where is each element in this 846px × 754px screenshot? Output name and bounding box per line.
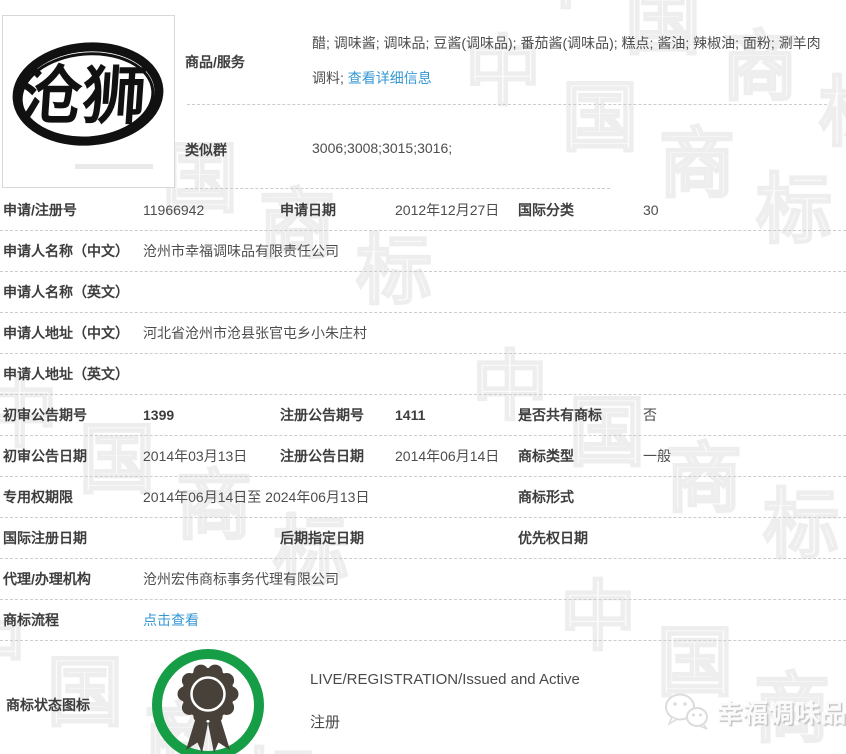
divider [185, 188, 610, 189]
preliminary-gazette-date-label: 初审公告日期 [3, 448, 87, 464]
table-row-applicant-address-en: 申请人地址（英文） [0, 354, 846, 395]
status-text-cn: 注册 [310, 714, 341, 731]
similar-group-value: 3006;3008;3015;3016; [312, 140, 453, 156]
registration-gazette-date-value: 2014年06月14日 [395, 448, 500, 464]
table-row-applicant-name-en: 申请人名称（英文） [0, 272, 846, 313]
registration-status-badge-icon [152, 649, 264, 754]
priority-date-label: 优先权日期 [518, 530, 588, 546]
agency-value: 沧州宏伟商标事务代理有限公司 [143, 571, 339, 587]
footer-brand-text: 幸福调味品 [717, 700, 846, 728]
trademark-image: 沧狮 [2, 15, 175, 188]
footer-brand-watermark: 幸福调味品 [663, 690, 846, 734]
trademark-form-label: 商标形式 [518, 489, 574, 505]
intl-registration-date-label: 国际注册日期 [3, 530, 87, 546]
preliminary-gazette-no-label: 初审公告期号 [3, 407, 87, 423]
status-text-en: LIVE/REGISTRATION/Issued and Active [310, 671, 580, 688]
applicant-address-cn-label: 申请人地址（中文） [3, 325, 129, 341]
intl-class-label: 国际分类 [518, 202, 574, 218]
applicant-name-cn-value: 沧州市幸福调味品有限责任公司 [143, 243, 339, 259]
divider [187, 104, 827, 105]
table-row-agency: 代理/办理机构 沧州宏伟商标事务代理有限公司 [0, 559, 846, 600]
exclusive-right-period-label: 专用权期限 [3, 489, 73, 505]
application-number-label: 申请/注册号 [3, 202, 77, 218]
trademark-logo-icon: 沧狮 [12, 42, 164, 169]
table-row-applicant-name-cn: 申请人名称（中文） 沧州市幸福调味品有限责任公司 [0, 231, 846, 272]
agency-label: 代理/办理机构 [3, 571, 91, 587]
table-row-gazette-dates: 初审公告日期 2014年03月13日 注册公告日期 2014年06月14日 商标… [0, 436, 846, 477]
trademark-type-label: 商标类型 [518, 448, 574, 464]
shared-trademark-value: 否 [643, 407, 657, 423]
view-details-link[interactable]: 查看详细信息 [348, 70, 432, 86]
applicant-address-en-label: 申请人地址（英文） [3, 366, 129, 382]
application-date-label: 申请日期 [280, 202, 336, 218]
goods-services-value: 醋; 调味酱; 调味品; 豆酱(调味品); 番茄酱(调味品); 糕点; 酱油; … [312, 26, 832, 96]
later-designation-date-label: 后期指定日期 [280, 530, 364, 546]
exclusive-right-period-value: 2014年06月14日至 2024年06月13日 [143, 489, 370, 505]
intl-class-value: 30 [643, 202, 659, 218]
registration-gazette-no-value: 1411 [395, 407, 426, 423]
preliminary-gazette-no-value: 1399 [143, 407, 175, 423]
applicant-name-en-label: 申请人名称（英文） [3, 284, 129, 300]
watermark-char: 中 [527, 0, 605, 15]
table-row-application-number: 申请/注册号 11966942 申请日期 2012年12月27日 国际分类 30 [0, 190, 846, 231]
wechat-icon [665, 693, 708, 730]
trademark-process-label: 商标流程 [3, 612, 59, 628]
table-row-exclusive-right-period: 专用权期限 2014年06月14日至 2024年06月13日 商标形式 [0, 477, 846, 518]
applicant-address-cn-value: 河北省沧州市沧县张官屯乡小朱庄村 [143, 325, 367, 341]
table-row-international-dates: 国际注册日期 后期指定日期 优先权日期 [0, 518, 846, 559]
trademark-status-label: 商标状态图标 [6, 697, 90, 713]
registration-gazette-no-label: 注册公告期号 [280, 407, 364, 423]
trademark-detail-page: 中国商标 中国商标 中国商标 中国商标 中国商标 中国商标 中国商标 沧狮 商品… [0, 0, 846, 754]
shared-trademark-label: 是否共有商标 [518, 407, 602, 423]
registration-gazette-date-label: 注册公告日期 [280, 448, 364, 464]
trademark-logo-text: 沧狮 [16, 60, 149, 132]
trademark-detail-table: 申请/注册号 11966942 申请日期 2012年12月27日 国际分类 30… [0, 190, 846, 754]
table-row-trademark-process: 商标流程 点击查看 [0, 600, 846, 641]
click-to-view-link[interactable]: 点击查看 [143, 612, 199, 628]
application-number-value: 11966942 [143, 202, 205, 218]
preliminary-gazette-date-value: 2014年03月13日 [143, 448, 248, 464]
application-date-value: 2012年12月27日 [395, 202, 500, 218]
table-row-applicant-address-cn: 申请人地址（中文） 河北省沧州市沧县张官屯乡小朱庄村 [0, 313, 846, 354]
applicant-name-cn-label: 申请人名称（中文） [3, 243, 129, 259]
trademark-type-value: 一般 [643, 448, 671, 464]
goods-services-label: 商品/服务 [185, 54, 245, 70]
similar-group-label: 类似群 [185, 142, 227, 158]
table-row-gazette-numbers: 初审公告期号 1399 注册公告期号 1411 是否共有商标 否 [0, 395, 846, 436]
